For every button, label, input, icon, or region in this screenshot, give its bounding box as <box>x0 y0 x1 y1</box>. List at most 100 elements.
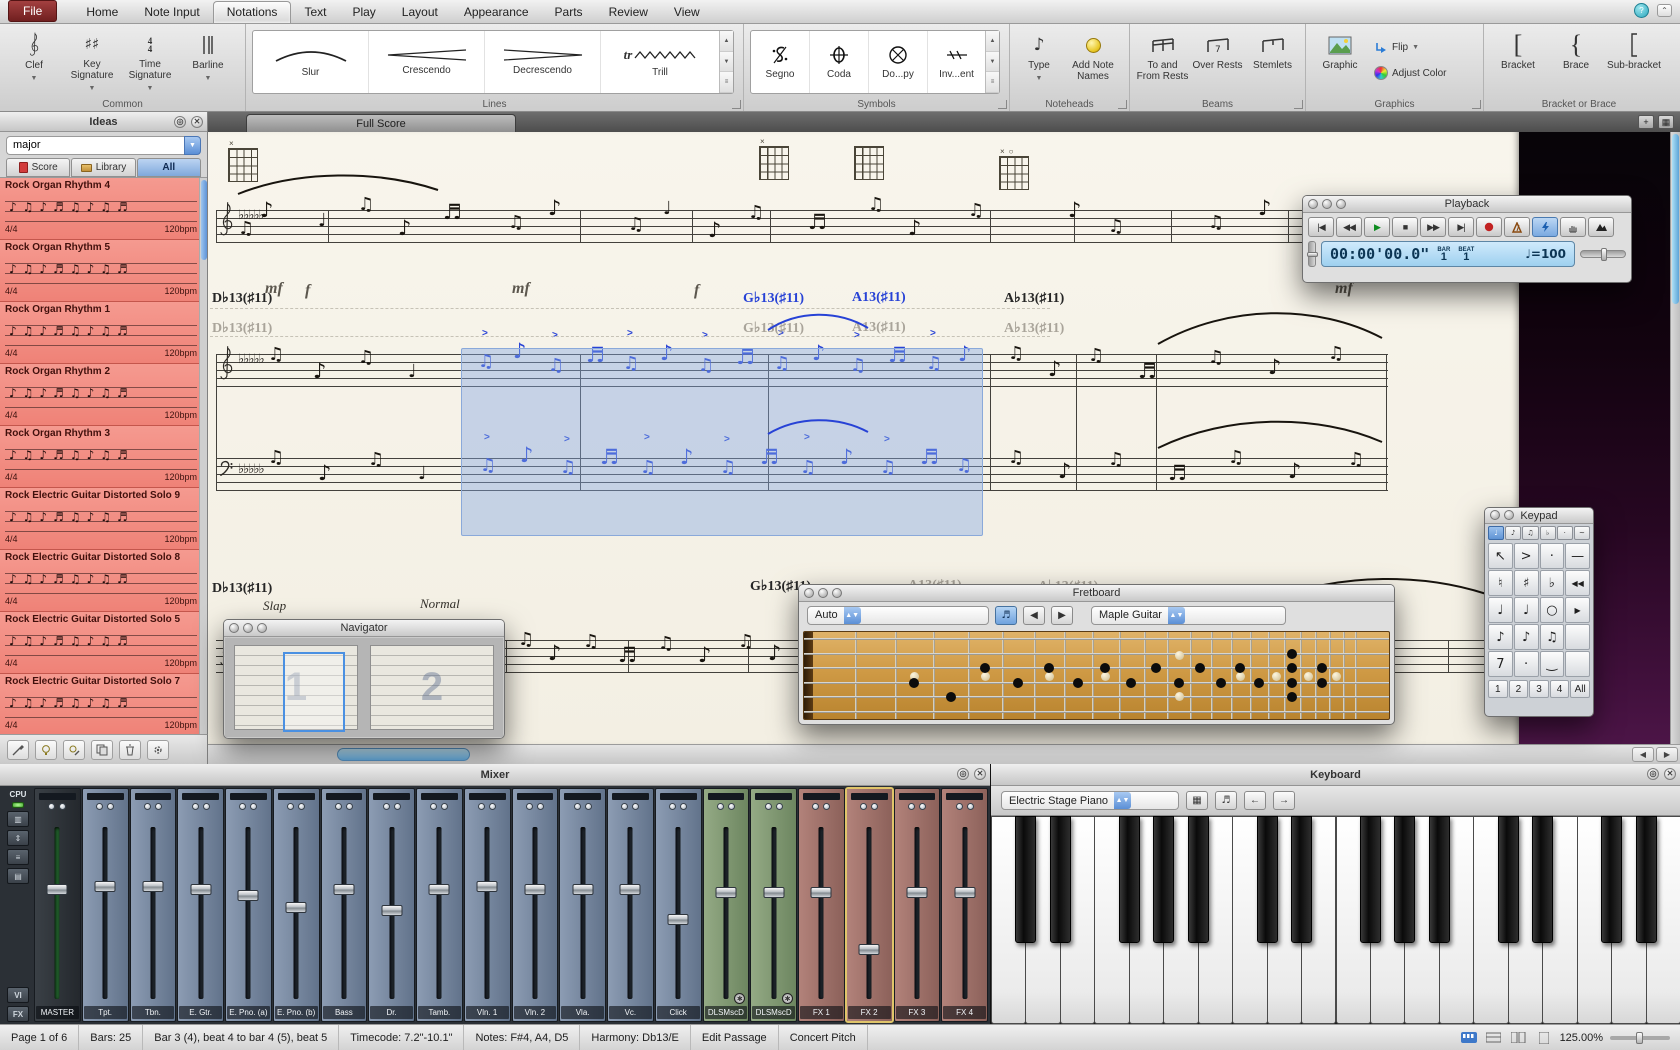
keyboard-title-bar[interactable]: Keyboard ◎ ✕ <box>991 764 1680 786</box>
scrollbar-thumb[interactable] <box>337 748 470 761</box>
mixer-strip-click[interactable]: Click <box>655 788 702 1022</box>
bracket-button[interactable]: [ Bracket <box>1490 28 1546 94</box>
note-glyph[interactable]: ♫ <box>658 635 674 653</box>
keypad-layout-tab-6[interactable]: ~ <box>1574 526 1590 540</box>
fretboard-title-bar[interactable]: Fretboard <box>799 585 1394 602</box>
dynamic-marking[interactable]: mf <box>265 280 283 298</box>
single-page-icon[interactable] <box>1535 1031 1553 1045</box>
fader-thumb[interactable] <box>238 890 259 901</box>
note-dot[interactable] <box>980 663 990 673</box>
technique-text[interactable]: Slap <box>263 598 286 614</box>
flip-button[interactable]: Flip ▼ <box>1370 36 1450 58</box>
ideas-tab-library[interactable]: Library <box>71 158 135 177</box>
horizontal-scrollbar[interactable]: ◀ ▶ <box>208 744 1680 764</box>
chord-symbol[interactable]: D♭13(♯11) <box>212 320 272 337</box>
keypad-previous-button[interactable]: ◀◀ <box>1565 570 1590 596</box>
mixer-strip-vln-2[interactable]: Vln. 2 <box>512 788 559 1022</box>
note-glyph[interactable]: ♬ <box>808 212 827 233</box>
fader-thumb[interactable] <box>190 884 211 895</box>
keypad-augmentation-dot-button[interactable]: · <box>1514 651 1539 677</box>
ribbon-tab-parts[interactable]: Parts <box>542 2 596 23</box>
solo-button[interactable] <box>728 803 735 810</box>
mute-button[interactable] <box>192 803 199 810</box>
mixer-strip-dr[interactable]: Dr. <box>368 788 415 1022</box>
fader-thumb[interactable] <box>954 887 975 898</box>
idea-list-item[interactable]: Rock Electric Guitar Distorted Solo 8♪♫♪… <box>0 550 207 612</box>
note-glyph[interactable]: ♫ <box>1088 347 1104 365</box>
keypad-grace-note-button[interactable]: ♫ <box>1540 624 1565 650</box>
coda-button[interactable]: Coda <box>810 31 869 93</box>
tab-full-score[interactable]: Full Score <box>246 114 516 132</box>
dynamic-marking[interactable]: f <box>305 282 310 300</box>
mute-button[interactable] <box>812 803 819 810</box>
solo-button[interactable] <box>394 803 401 810</box>
guitar-chord-diagram[interactable] <box>854 146 884 180</box>
show-notes-button[interactable]: ♬ <box>995 606 1017 625</box>
guitar-chord-diagram[interactable]: × <box>228 148 258 182</box>
keypad-quarter-note-button[interactable]: ♩ <box>1514 597 1539 623</box>
black-key[interactable] <box>1119 816 1140 943</box>
chord-symbol[interactable]: A♭13(♯11) <box>1004 290 1064 307</box>
dialog-launcher-icon[interactable] <box>1118 100 1127 109</box>
keypad-half-note-button[interactable]: ♩ <box>1488 597 1513 623</box>
graphic-button[interactable]: Graphic <box>1312 28 1368 94</box>
dock-panel-icon[interactable]: ◎ <box>1647 768 1659 780</box>
metronome-click-button[interactable] <box>1504 217 1530 237</box>
fader-thumb[interactable] <box>142 881 163 892</box>
note-glyph[interactable]: ♬ <box>1168 463 1187 484</box>
black-key[interactable] <box>1153 816 1174 943</box>
ribbon-tab-home[interactable]: Home <box>73 2 131 23</box>
black-key[interactable] <box>1360 816 1381 943</box>
fader-thumb[interactable] <box>763 887 784 898</box>
mixer-strip-tbn[interactable]: Tbn. <box>130 788 177 1022</box>
minimize-ribbon-icon[interactable]: ⌃ <box>1657 4 1672 17</box>
mixer-strip-dlsmscd[interactable]: ✱DLSMscD <box>703 788 750 1022</box>
mute-button[interactable] <box>430 803 437 810</box>
keypad-rest-button[interactable]: 7 <box>1488 651 1513 677</box>
show-effects-button[interactable]: FX <box>7 1006 29 1022</box>
keyboard-sound-select[interactable]: Electric Stage Piano▲▼ <box>1001 791 1179 810</box>
solo-button[interactable] <box>346 803 353 810</box>
solo-button[interactable] <box>298 803 305 810</box>
keypad-voice-2-button[interactable]: 2 <box>1509 680 1529 698</box>
mute-button[interactable] <box>621 803 628 810</box>
black-key[interactable] <box>1532 816 1553 943</box>
meter-view-icon[interactable]: ▥ <box>7 811 29 827</box>
black-key[interactable] <box>1601 816 1622 943</box>
mixer-title-bar[interactable]: Mixer ◎ ✕ <box>0 764 990 786</box>
keypad-staccato-button[interactable]: · <box>1540 543 1565 569</box>
note-glyph[interactable]: ♫ <box>1208 349 1224 367</box>
navigator-view-rect[interactable] <box>283 652 345 732</box>
barline-button[interactable]: Barline▼ <box>180 28 236 94</box>
fader-thumb[interactable] <box>572 884 593 895</box>
keypad-voice-3-button[interactable]: 3 <box>1529 680 1549 698</box>
zoom-slider[interactable] <box>1610 1036 1670 1040</box>
keypad-flat-button[interactable]: ♭ <box>1540 570 1565 596</box>
note-glyph[interactable]: ♪ <box>548 643 561 664</box>
fader-thumb[interactable] <box>286 902 307 913</box>
note-dot[interactable] <box>1073 678 1083 688</box>
navigator-body[interactable]: 1 2 <box>225 638 503 737</box>
search-dropdown-icon[interactable]: ▼ <box>184 136 201 155</box>
solo-button[interactable] <box>537 803 544 810</box>
scrollbar-thumb[interactable] <box>1672 134 1679 304</box>
beams-to-from-rests-button[interactable]: To and From Rests <box>1136 28 1189 94</box>
black-key[interactable] <box>1291 816 1312 943</box>
mixer-strip-fx-2[interactable]: FX 2 <box>846 788 893 1022</box>
keypad-accent-button[interactable]: > <box>1514 543 1539 569</box>
play-button[interactable]: ▶ <box>1364 217 1390 237</box>
mute-button[interactable] <box>383 803 390 810</box>
mixer-strip-bass[interactable]: Bass <box>321 788 368 1022</box>
mute-button[interactable] <box>287 803 294 810</box>
note-dot[interactable] <box>1126 678 1136 688</box>
note-glyph[interactable]: ♪ <box>260 200 273 221</box>
sub-bracket-button[interactable]: Sub-bracket <box>1606 28 1662 94</box>
crescendo-button[interactable]: Crescendo <box>369 31 485 93</box>
keypad-whole-note-button[interactable]: ○ <box>1540 597 1565 623</box>
ideas-tab-all[interactable]: All <box>137 158 201 177</box>
gallery-more-icon[interactable]: ≡ <box>720 72 733 93</box>
note-dot[interactable] <box>1216 678 1226 688</box>
mixer-strip-tamb[interactable]: Tamb. <box>416 788 463 1022</box>
idea-list-item[interactable]: Rock Electric Guitar Distorted Solo 5♪♫♪… <box>0 612 207 674</box>
black-key[interactable] <box>1188 816 1209 943</box>
